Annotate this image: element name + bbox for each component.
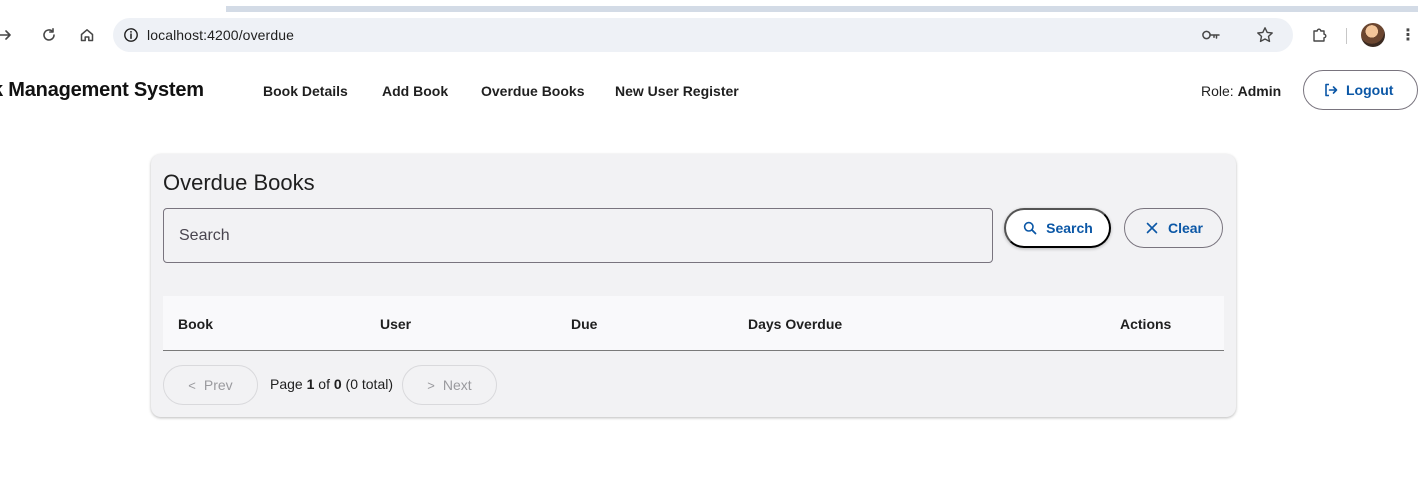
app-brand-title[interactable]: ok Management System: [0, 79, 204, 102]
nav-book-details[interactable]: Book Details: [263, 83, 348, 99]
home-icon[interactable]: [76, 24, 98, 46]
next-label: Next: [442, 377, 472, 393]
search-button[interactable]: Search: [1004, 208, 1111, 248]
forward-arrow-icon[interactable]: [0, 24, 16, 46]
overdue-books-card: Overdue Books Search Clear Book User Due…: [151, 154, 1236, 417]
total-pages: 0: [333, 376, 342, 392]
logout-button[interactable]: Logout: [1303, 70, 1418, 110]
more-vert-icon[interactable]: ⋮: [1400, 26, 1416, 44]
overdue-table-header: Book User Due Days Overdue Actions: [163, 296, 1224, 351]
key-icon[interactable]: [1201, 25, 1221, 45]
nav-add-book[interactable]: Add Book: [382, 83, 448, 99]
prev-page-button[interactable]: < Prev: [163, 365, 258, 405]
next-page-button[interactable]: > Next: [402, 365, 497, 405]
profile-avatar[interactable]: [1361, 23, 1385, 47]
url-text[interactable]: localhost:4200/overdue: [147, 27, 294, 43]
column-header-days-overdue[interactable]: Days Overdue: [748, 316, 842, 332]
total-count: (0 total): [345, 376, 394, 392]
role-value: Admin: [1237, 83, 1282, 99]
role-label: Role:: [1201, 83, 1234, 99]
column-header-actions: Actions: [1120, 316, 1172, 332]
clear-button-label: Clear: [1167, 220, 1204, 236]
search-button-label: Search: [1046, 220, 1093, 236]
page-of: of: [318, 376, 330, 392]
browser-toolbar: localhost:4200/overdue ⋮: [0, 14, 1418, 56]
role-indicator: Role: Admin: [1201, 83, 1281, 99]
prev-label: Prev: [203, 377, 233, 393]
chevron-right-icon: >: [427, 377, 435, 393]
address-bar[interactable]: localhost:4200/overdue: [113, 18, 1293, 52]
nav-new-user-register[interactable]: New User Register: [615, 83, 739, 99]
logout-label: Logout: [1346, 82, 1394, 98]
page-prefix: Page: [270, 376, 303, 392]
star-icon[interactable]: [1255, 25, 1275, 45]
page-indicator: Page 1 of 0 (0 total): [270, 376, 393, 392]
column-header-book[interactable]: Book: [178, 316, 213, 332]
info-icon[interactable]: [121, 25, 141, 45]
column-header-due[interactable]: Due: [571, 316, 597, 332]
current-page: 1: [306, 376, 315, 392]
chevron-left-icon: <: [188, 377, 196, 393]
puzzle-icon[interactable]: [1309, 24, 1331, 46]
close-icon: [1144, 220, 1160, 236]
search-input[interactable]: [163, 208, 993, 263]
reload-icon[interactable]: [38, 24, 60, 46]
nav-overdue-books[interactable]: Overdue Books: [481, 83, 584, 99]
clear-button[interactable]: Clear: [1124, 208, 1223, 248]
toolbar-divider: [1346, 28, 1347, 44]
logout-icon: [1322, 81, 1340, 99]
browser-tab-strip: [226, 6, 1418, 12]
column-header-user[interactable]: User: [380, 316, 411, 332]
app-header: ok Management System Book Details Add Bo…: [0, 66, 1418, 116]
card-title: Overdue Books: [163, 170, 315, 195]
search-icon: [1022, 220, 1038, 236]
pagination: < Prev Page 1 of 0 (0 total) > Next: [163, 365, 863, 405]
